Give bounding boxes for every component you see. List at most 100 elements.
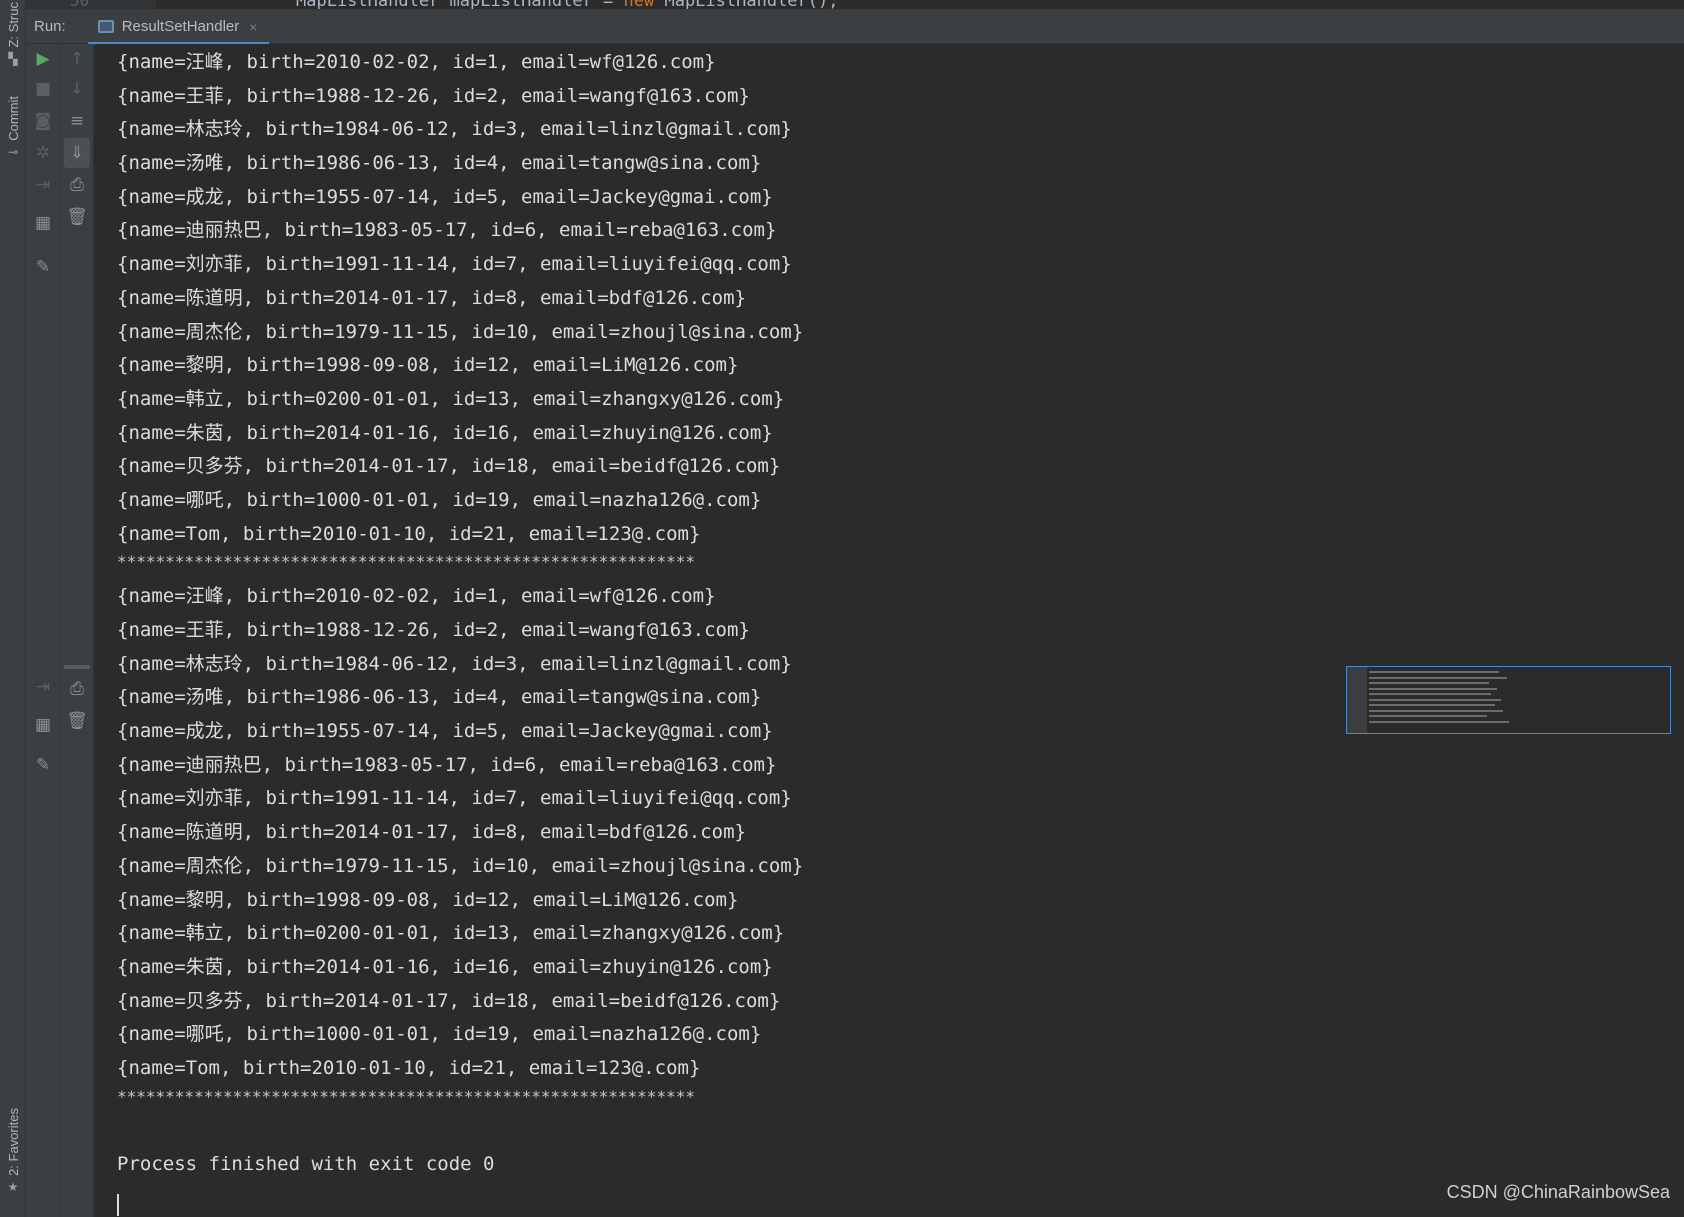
console-line: {name=王菲, birth=1988-12-26, id=2, email=… (117, 84, 750, 107)
console-line: {name=成龙, birth=1955-07-14, id=5, email=… (117, 185, 773, 208)
rerun-icon: ▶ (36, 49, 50, 69)
console-line: {name=王菲, birth=1988-12-26, id=2, email=… (117, 619, 750, 641)
layout-icon: ▦ (34, 715, 52, 735)
print-icon: ⎙ (70, 175, 84, 195)
code-line: MapListHandler mapListHandler = new MapL… (296, 0, 839, 10)
text-cursor (117, 1194, 119, 1216)
console-lines: {name=汪峰, birth=2010-02-02, id=1, email=… (117, 46, 803, 1182)
commit-icon: ⊸ (7, 144, 19, 159)
console-preview-popup (1346, 666, 1671, 734)
exit-button-lower[interactable]: ⇥ (26, 672, 60, 702)
scroll-to-end-button[interactable]: ⇓ (64, 138, 90, 168)
clear-all-button-lower[interactable]: 🗑 (60, 706, 94, 736)
console-line: {name=韩立, birth=0200-01-01, id=13, email… (117, 387, 785, 410)
ide-window: Z: Struc ▚ Commit ⊸ 2: Favorites ★ 50 Ma… (0, 0, 1684, 1217)
preview-gutter (1347, 667, 1367, 733)
preview-line (1369, 682, 1489, 684)
layout-icon: ▦ (34, 213, 52, 233)
preview-line (1369, 704, 1495, 706)
console-line: {name=汤唯, birth=1986-06-13, id=4, email=… (117, 152, 762, 175)
layout-button-lower[interactable]: ▦ (26, 710, 60, 740)
stop-button[interactable]: ■ (26, 74, 60, 104)
separator-line: ****************************************… (117, 1086, 695, 1106)
exit-icon: ⇥ (35, 677, 51, 697)
run-toolbar-secondary: ↑ ↓ ≡ ⇓ ⎙ 🗑 ⎙ 🗑 (60, 44, 94, 1217)
console-line: {name=朱茵, birth=2014-01-16, id=16, email… (117, 421, 773, 444)
console-line: {name=哪吒, birth=1000-01-01, id=19, email… (117, 1023, 762, 1046)
previous-occurrence-button[interactable]: ↑ (60, 44, 94, 74)
left-tool-stripe: Z: Struc ▚ Commit ⊸ 2: Favorites ★ (0, 0, 26, 1217)
preview-line (1369, 687, 1497, 690)
code-keyword: new (623, 0, 655, 10)
preview-line (1369, 693, 1491, 695)
commit-tool-tab[interactable]: Commit ⊸ (0, 96, 26, 163)
print-button-lower[interactable]: ⎙ (60, 674, 94, 704)
exit-button[interactable]: ⇥ (26, 170, 60, 200)
close-icon[interactable]: × (249, 19, 257, 35)
preview-line (1369, 715, 1487, 717)
print-button[interactable]: ⎙ (60, 170, 94, 200)
line-number: 50 (70, 0, 90, 10)
preview-line (1369, 698, 1501, 701)
soft-wrap-icon: ≡ (69, 111, 85, 131)
editor-gutter (26, 0, 156, 9)
run-tab-resultsethandler[interactable]: ResultSetHandler × (87, 10, 270, 45)
pin-tab-button-lower[interactable]: ✎ (26, 750, 60, 780)
console-line: {name=黎明, birth=1998-09-08, id=12, email… (117, 354, 739, 377)
console-line: {name=黎明, birth=1998-09-08, id=12, email… (117, 888, 739, 911)
debug-icon: ✲ (35, 143, 51, 163)
console-line: {name=汤唯, birth=1986-06-13, id=4, email=… (117, 686, 762, 709)
rerun-button[interactable]: ▶ (26, 44, 60, 74)
commit-tab-label: Commit (5, 96, 21, 141)
console-line: {name=汪峰, birth=2010-02-02, id=1, email=… (117, 585, 716, 608)
code-prefix: MapListHandler mapListHandler = (296, 0, 624, 10)
console-line: {name=哪吒, birth=1000-01-01, id=19, email… (117, 488, 762, 511)
preview-line (1369, 671, 1499, 673)
exit-message: Process finished with exit code 0 (117, 1153, 495, 1176)
scroll-to-end-icon: ⇓ (69, 143, 85, 163)
structure-tool-tab[interactable]: Z: Struc ▚ (0, 2, 26, 70)
exit-icon: ⇥ (35, 175, 51, 195)
trash-icon: 🗑 (66, 711, 88, 731)
preview-line (1369, 676, 1507, 679)
structure-tab-label: Z: Struc (5, 2, 21, 48)
soft-wrap-button[interactable]: ≡ (60, 106, 94, 136)
console-line: {name=Tom, birth=2010-01-10, id=21, emai… (117, 522, 701, 545)
console-line: {name=汪峰, birth=2010-02-02, id=1, email=… (117, 51, 716, 73)
console-line: {name=周杰伦, birth=1979-11-15, id=10, emai… (117, 854, 804, 877)
down-arrow-icon: ↓ (69, 79, 85, 99)
layout-button[interactable]: ▦ (26, 208, 60, 238)
run-config-icon (97, 20, 114, 33)
print-icon: ⎙ (70, 679, 84, 699)
watermark: CSDN @ChinaRainbowSea (1446, 1182, 1670, 1202)
dump-threads-button[interactable]: ◙ (26, 106, 60, 136)
console-line: {name=刘亦菲, birth=1991-11-14, id=7, email… (117, 787, 792, 810)
structure-icon: ▚ (8, 51, 18, 66)
clear-all-button[interactable]: 🗑 (60, 202, 94, 232)
separator-line: ****************************************… (117, 552, 695, 572)
console-line: {name=周杰伦, birth=1979-11-15, id=10, emai… (117, 320, 804, 343)
toolbar-splitter[interactable] (64, 665, 90, 669)
console-line: {name=韩立, birth=0200-01-01, id=13, email… (117, 922, 785, 945)
code-suffix: MapListHandler(); (654, 0, 839, 10)
console-output[interactable]: {name=汪峰, birth=2010-02-02, id=1, email=… (95, 44, 1684, 1217)
console-line: {name=林志玲, birth=1984-06-12, id=3, email… (117, 118, 792, 141)
run-tab-title: ResultSetHandler (121, 18, 240, 35)
console-line: {name=贝多芬, birth=2014-01-17, id=18, emai… (117, 455, 781, 478)
console-line: {name=迪丽热巴, birth=1983-05-17, id=6, emai… (117, 753, 777, 776)
up-arrow-icon: ↑ (69, 49, 85, 69)
pin-tab-button[interactable]: ✎ (26, 252, 60, 282)
console-line: {name=贝多芬, birth=2014-01-17, id=18, emai… (117, 989, 781, 1012)
editor-sliver: 50 MapListHandler mapListHandler = new M… (26, 0, 1684, 10)
run-header: Run: ResultSetHandler × (26, 10, 1684, 45)
favorites-tool-tab[interactable]: 2: Favorites ★ (0, 1108, 26, 1198)
console-line: {name=Tom, birth=2010-01-10, id=21, emai… (117, 1056, 701, 1079)
console-line: {name=朱茵, birth=2014-01-16, id=16, email… (117, 955, 773, 978)
next-occurrence-button[interactable]: ↓ (60, 74, 94, 104)
console-line: {name=迪丽热巴, birth=1983-05-17, id=6, emai… (117, 219, 777, 242)
debug-button[interactable]: ✲ (26, 138, 60, 168)
console-line: {name=陈道明, birth=2014-01-17, id=8, email… (117, 286, 746, 309)
console-line: {name=刘亦菲, birth=1991-11-14, id=7, email… (117, 253, 792, 276)
console-line: {name=林志玲, birth=1984-06-12, id=3, email… (117, 652, 792, 675)
